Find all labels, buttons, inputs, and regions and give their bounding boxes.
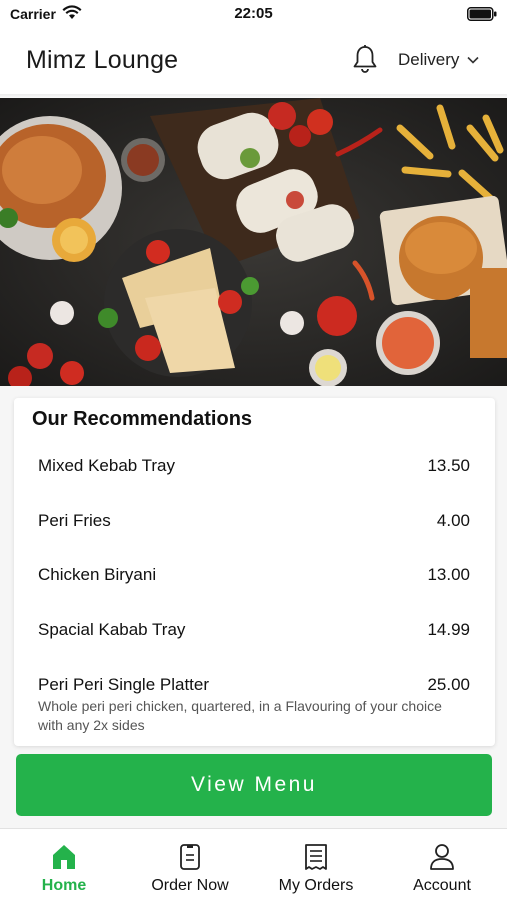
tab-order-now[interactable]: Order Now: [127, 829, 253, 900]
tab-label: Account: [413, 877, 471, 894]
item-price: 13.00: [427, 565, 470, 584]
tab-label: Order Now: [151, 877, 229, 894]
receipt-icon: [305, 844, 327, 870]
list-item[interactable]: Peri Fries 4.00: [38, 511, 470, 535]
view-menu-button[interactable]: View Menu: [16, 754, 492, 816]
item-price: 14.99: [427, 620, 470, 639]
chevron-down-icon: [467, 56, 479, 64]
item-name: Peri Fries: [38, 511, 111, 530]
bell-icon[interactable]: [352, 44, 378, 74]
item-name: Chicken Biryani: [38, 565, 157, 584]
item-price: 25.00: [427, 675, 470, 694]
list-item[interactable]: Mixed Kebab Tray 13.50: [38, 456, 470, 480]
battery-icon: [467, 7, 497, 21]
tab-home[interactable]: Home: [1, 829, 127, 900]
item-price: 4.00: [436, 511, 470, 530]
status-time: 22:05: [234, 5, 273, 22]
tab-label: My Orders: [278, 877, 354, 894]
list-item[interactable]: Chicken Biryani 13.00: [38, 565, 470, 589]
status-bar: Carrier 22:05: [0, 0, 507, 28]
item-description: Whole peri peri chicken, quartered, in a…: [38, 698, 442, 733]
home-icon: [53, 845, 75, 869]
bottom-tab-bar: Home Order Now My Orders Account: [0, 828, 507, 900]
delivery-mode-dropdown[interactable]: Delivery: [398, 50, 479, 70]
user-icon: [430, 844, 454, 870]
list-item[interactable]: Spacial Kabab Tray 14.99: [38, 620, 470, 644]
tab-label: Home: [41, 877, 87, 894]
item-name: Mixed Kebab Tray: [38, 456, 176, 475]
hero-food-image: [0, 98, 507, 386]
order-icon: [180, 844, 200, 870]
list-item[interactable]: Peri Peri Single Platter 25.00 Whole per…: [38, 675, 470, 739]
tab-account[interactable]: Account: [379, 829, 505, 900]
app-header: Mimz Lounge Delivery: [0, 28, 507, 94]
recommendations-card: Our Recommendations Mixed Kebab Tray 13.…: [14, 398, 495, 746]
page-title: Mimz Lounge: [26, 46, 179, 74]
item-name: Peri Peri Single Platter: [38, 675, 210, 694]
recommendations-heading: Our Recommendations: [32, 408, 253, 430]
item-name: Spacial Kabab Tray: [38, 620, 186, 639]
delivery-mode-label: Delivery: [398, 50, 460, 69]
tab-my-orders[interactable]: My Orders: [253, 829, 379, 900]
item-price: 13.50: [427, 456, 470, 475]
